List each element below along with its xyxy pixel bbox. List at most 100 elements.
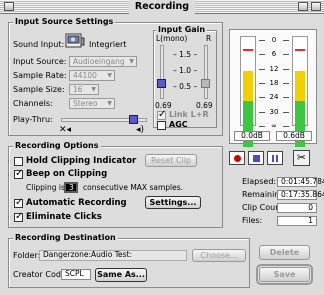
meter-scale-tick xyxy=(283,126,289,127)
save-button[interactable]: Save xyxy=(259,267,310,282)
meter-segment xyxy=(295,71,305,101)
channels-label: Channels: xyxy=(13,99,53,108)
popup-arrow-icon: ▼ xyxy=(107,72,112,79)
left-level-meter xyxy=(240,36,256,147)
sound-input-icon[interactable] xyxy=(65,33,85,50)
meter-scale-tick xyxy=(259,126,265,127)
settings-button[interactable]: Settings... xyxy=(145,196,201,209)
clipping-samples-input[interactable]: 3 xyxy=(64,182,78,193)
sample-rate-value: 44100 xyxy=(73,71,97,80)
channels-value: Stereo xyxy=(73,99,98,108)
speaker-mute-icon[interactable]: ✕◂ xyxy=(59,125,71,135)
channels-popup[interactable]: Stereo ▼ xyxy=(69,98,115,109)
recording-options-group: Recording Options Hold Clipping Indicato… xyxy=(8,141,223,228)
meter-scale-tick xyxy=(283,54,289,56)
window-title: Recording xyxy=(128,0,196,14)
delete-button[interactable]: Delete xyxy=(259,245,310,260)
meter-scale: 0 6 12 18 24 30 ∞ xyxy=(258,36,290,130)
creator-code-input[interactable]: SCPL xyxy=(61,269,91,280)
input-source-popup[interactable]: Audioeingang ▼ xyxy=(69,56,137,67)
files-value: 1 xyxy=(277,216,317,226)
elapsed-label: Elapsed: xyxy=(242,177,277,186)
gain-tick-label: – 1.0 – xyxy=(173,66,198,75)
gain-right-label: R xyxy=(206,34,212,43)
gain-left-slider-thumb[interactable] xyxy=(157,79,166,88)
play-thru-slider-thumb[interactable] xyxy=(128,115,138,124)
automatic-recording-checkbox[interactable] xyxy=(14,197,23,208)
sample-size-popup[interactable]: 16 ▼ xyxy=(69,84,99,95)
right-level-meter xyxy=(292,36,308,147)
popup-arrow-icon: ▼ xyxy=(107,100,112,107)
play-thru-label: Play-Thru: xyxy=(13,115,53,124)
pause-button[interactable] xyxy=(267,151,283,165)
reset-clip-button[interactable]: Reset Clip xyxy=(145,154,197,167)
agc-label: AGC xyxy=(169,120,188,129)
beep-clipping-checkbox[interactable] xyxy=(14,168,23,179)
input-source-value: Audioeingang xyxy=(73,57,125,66)
eliminate-clicks-checkbox[interactable] xyxy=(14,211,23,222)
meter-scale-tick xyxy=(283,68,289,70)
choose-folder-button[interactable]: Choose... xyxy=(192,249,246,262)
meter-scale-tick xyxy=(283,97,289,99)
right-db-readout: 0.6dB xyxy=(276,131,312,141)
gain-right-slider-thumb[interactable] xyxy=(201,79,210,88)
folder-label: Folder: xyxy=(13,251,41,260)
meter-scale-tick xyxy=(283,83,289,84)
input-source-settings-title: Input Source Settings xyxy=(13,17,116,27)
sample-size-value: 16 xyxy=(73,85,83,94)
scissors-icon[interactable]: ✂ xyxy=(293,150,310,166)
gain-tick-label: – 1.5 – xyxy=(173,50,198,59)
speaker-loud-icon[interactable]: ◂) xyxy=(136,125,144,135)
gain-tick-label: – 0.5 – xyxy=(173,82,198,91)
beep-clipping-label: Beep on Clipping xyxy=(26,169,108,179)
stop-icon xyxy=(253,155,260,162)
input-source-settings-group: Input Source Settings Sound Input: Integ… xyxy=(8,17,223,136)
hold-clip-label: Hold Clipping Indicator xyxy=(26,156,137,166)
left-db-readout: 0.0dB xyxy=(234,131,270,141)
sample-rate-popup[interactable]: 44100 ▼ xyxy=(69,70,115,81)
collapse-box-icon[interactable] xyxy=(311,2,321,11)
sample-size-label: Sample Size: xyxy=(13,85,65,94)
gain-left-label: L(mono) xyxy=(156,34,188,43)
meter-scale-tick xyxy=(259,111,265,113)
recording-window: Recording Input Source Settings Sound In… xyxy=(0,0,324,295)
clip-count-value: 0 xyxy=(277,203,317,213)
link-lr-checkbox[interactable] xyxy=(157,109,166,120)
meter-scale-tick xyxy=(259,54,265,56)
gain-right-slider[interactable] xyxy=(204,45,208,99)
meter-peak-hold xyxy=(243,49,253,51)
recording-destination-group: Recording Destination Folder: Dangerzone… xyxy=(8,233,250,288)
meter-scale-tick xyxy=(283,40,289,41)
record-icon xyxy=(234,155,241,162)
sound-input-label: Sound Input: xyxy=(13,40,65,49)
agc-checkbox[interactable] xyxy=(157,121,166,130)
gain-left-slider[interactable] xyxy=(160,45,164,99)
close-box-icon[interactable] xyxy=(4,2,14,11)
record-button[interactable] xyxy=(229,151,245,165)
recording-options-title: Recording Options xyxy=(13,141,101,151)
popup-arrow-icon: ▼ xyxy=(91,86,96,93)
level-meter-panel: 0 6 12 18 24 30 ∞ 0.0dB 0.6dB xyxy=(229,29,317,147)
sound-input-value: Integriert xyxy=(89,40,127,49)
meter-scale-tick xyxy=(259,68,265,70)
folder-path-field: Dangerzone:Audio Test: xyxy=(39,250,187,261)
clipping-is-label: Clipping is xyxy=(26,183,65,192)
files-label: Files: xyxy=(242,216,263,225)
sample-rate-label: Sample Rate: xyxy=(13,71,67,80)
title-bar[interactable]: Recording xyxy=(0,0,324,14)
eliminate-clicks-label: Eliminate Clicks xyxy=(26,212,102,222)
stop-button[interactable] xyxy=(248,151,264,165)
meter-segment xyxy=(243,71,253,101)
popup-arrow-icon: ▼ xyxy=(129,58,134,65)
meter-scale-tick xyxy=(259,97,265,99)
consecutive-label: consecutive MAX samples. xyxy=(83,183,184,192)
zoom-box-icon[interactable] xyxy=(298,2,308,11)
same-as-button[interactable]: Same As... xyxy=(95,268,147,282)
input-gain-group: Input Gain L(mono) R – 1.5 – – 1.0 – – 0… xyxy=(153,25,217,130)
pause-icon xyxy=(272,155,274,162)
hold-clip-checkbox[interactable] xyxy=(14,157,23,166)
recording-destination-title: Recording Destination xyxy=(13,233,118,243)
input-source-label: Input Source: xyxy=(13,57,67,66)
meter-scale-tick xyxy=(259,83,265,84)
remaining-value: 0:17:35.864 xyxy=(277,190,324,200)
